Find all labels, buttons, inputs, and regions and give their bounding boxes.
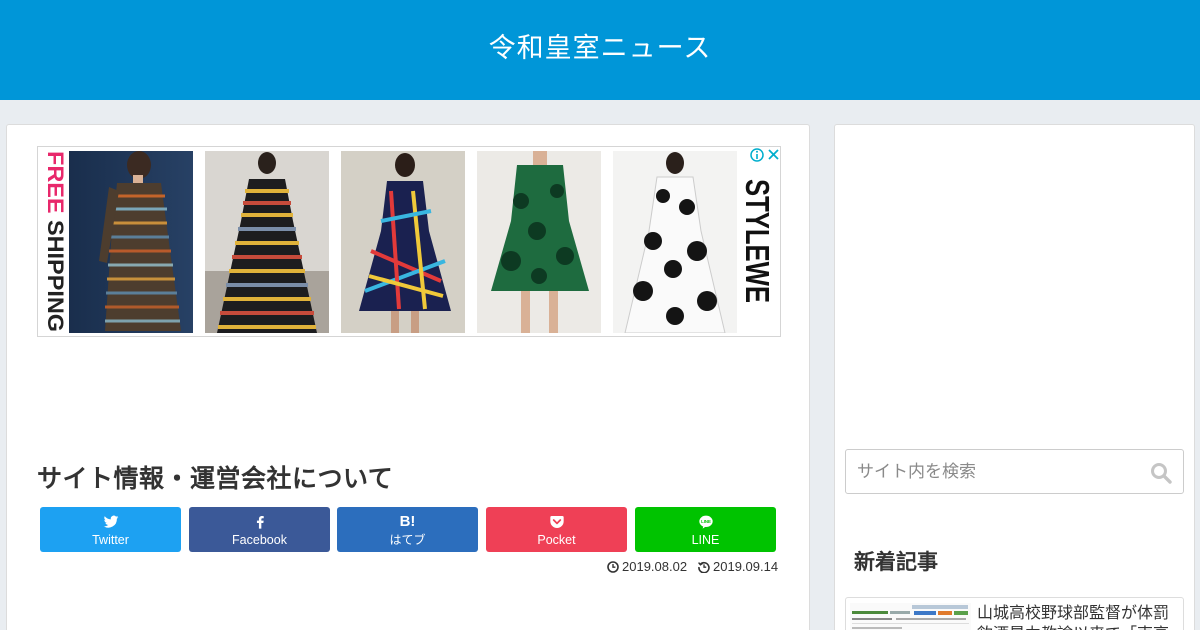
share-label: Facebook xyxy=(232,533,287,547)
adchoices-info-icon[interactable] xyxy=(750,148,764,162)
post-dates: 2019.08.02 2019.09.14 xyxy=(607,559,779,575)
ad-choices[interactable] xyxy=(749,147,781,163)
sidebar: 新着記事 山城高校野球部監督が体罰飲酒暴力教諭以来で「売高 xyxy=(834,124,1195,630)
search-icon[interactable] xyxy=(1150,462,1172,484)
new-posts-title: 新着記事 xyxy=(854,550,938,574)
hatebu-share-button[interactable]: B! はてブ xyxy=(337,507,478,552)
share-label: Pocket xyxy=(537,533,576,547)
ad-product-image[interactable] xyxy=(205,151,329,333)
line-icon: LINE xyxy=(635,514,776,530)
share-label: LINE xyxy=(691,533,720,547)
ad-product-image[interactable] xyxy=(341,151,465,333)
twitter-bird-icon xyxy=(40,514,181,530)
svg-text:LINE: LINE xyxy=(701,519,711,524)
ad-product-image[interactable] xyxy=(613,151,737,333)
search-input[interactable] xyxy=(846,450,1146,493)
article-title: サイト情報・運営会社について xyxy=(37,464,394,493)
posted-date-text: 2019.08.02 xyxy=(622,559,688,574)
site-title[interactable]: 令和皇室ニュース xyxy=(0,26,1200,65)
facebook-share-button[interactable]: Facebook xyxy=(189,507,330,552)
ad-product-image[interactable] xyxy=(69,151,193,333)
ad-product-image[interactable] xyxy=(477,151,601,333)
post-thumbnail[interactable] xyxy=(850,603,971,630)
new-post-item[interactable]: 山城高校野球部監督が体罰飲酒暴力教諭以来で「売高 xyxy=(845,597,1184,630)
search-form xyxy=(845,449,1184,494)
ad-free-shipping-text[interactable]: FREE SHIPPING xyxy=(38,147,69,336)
pocket-share-button[interactable]: Pocket xyxy=(486,507,627,552)
new-post-title: 山城高校野球部監督が体罰飲酒暴力教諭以来で「売高 xyxy=(977,603,1170,630)
ad-close-icon[interactable] xyxy=(768,149,779,160)
history-icon xyxy=(698,561,710,573)
share-label: Twitter xyxy=(92,533,129,547)
ad-banner[interactable]: FREE SHIPPING STYLEWE xyxy=(37,146,781,337)
hatebu-icon: B! xyxy=(399,513,416,530)
line-share-button[interactable]: LINE LINE xyxy=(635,507,776,552)
twitter-share-button[interactable]: Twitter xyxy=(40,507,181,552)
pocket-icon xyxy=(486,514,627,530)
updated-date-text: 2019.09.14 xyxy=(713,559,779,574)
clock-icon xyxy=(607,561,619,573)
facebook-f-icon xyxy=(189,514,330,530)
ad-brand-logo[interactable]: STYLEWE xyxy=(738,177,778,307)
site-header: 令和皇室ニュース xyxy=(0,0,1200,100)
main-content: FREE SHIPPING STYLEWE サイト情報・運営会社について Twi… xyxy=(6,124,810,630)
svg-text:STYLEWE: STYLEWE xyxy=(739,179,776,303)
svg-text:FREE SHIPPING: FREE SHIPPING xyxy=(43,151,68,332)
share-label: はてブ xyxy=(389,533,426,547)
